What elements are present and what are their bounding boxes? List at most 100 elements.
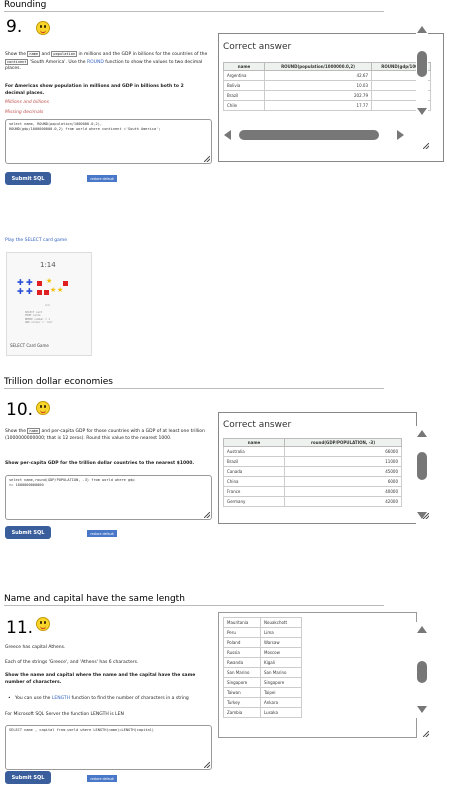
resize-handle-icon[interactable]	[204, 156, 210, 162]
section-divider	[4, 605, 384, 606]
submit-sql-button[interactable]: Submit SQL	[5, 771, 51, 784]
yellow-star-icon: ★	[46, 277, 53, 285]
result-table: name ROUND(population/1000000.0,2) ROUND…	[223, 62, 431, 111]
question-note: For Microsoft SQL Server the function LE…	[5, 712, 124, 717]
blue-cross-icon: ✚	[17, 278, 24, 287]
vertical-scroll-thumb[interactable]	[417, 452, 427, 480]
table-row: Brazil 202.79	[223, 90, 431, 101]
question-line: Each of the strings 'Greece', and 'Athen…	[5, 660, 139, 665]
resize-handle-icon[interactable]	[204, 762, 210, 768]
scroll-up-icon[interactable]	[417, 430, 427, 437]
restore-default-button[interactable]: restore default	[87, 175, 117, 182]
card-game-caption: SELECT Card Game	[10, 343, 49, 348]
vertical-scrollbar[interactable]	[416, 426, 428, 524]
result-table: Mauritania Nouakchott Peru Lima Poland Wars…	[223, 617, 302, 718]
table-cell: 10.03	[264, 80, 372, 91]
table-row: Australia 66000	[223, 446, 402, 457]
table-row: Turkey Ankara	[223, 697, 302, 708]
restore-default-button[interactable]: restore default	[87, 775, 117, 782]
result-panel: Mauritania Nouakchott Peru Lima Poland Wars…	[218, 612, 417, 738]
result-table: name round(GDP/POPULATION, -3) Australia…	[223, 438, 402, 507]
vertical-scroll-thumb[interactable]	[417, 661, 427, 683]
resize-handle-icon[interactable]	[204, 512, 210, 518]
scroll-up-icon[interactable]	[417, 26, 427, 33]
question-task: Show the name and capital where the name…	[5, 673, 196, 685]
red-square-icon	[37, 290, 42, 295]
scroll-down-icon[interactable]	[417, 108, 427, 115]
table-row: Brazil 11000	[223, 456, 402, 467]
column-header: round(GDP/POPULATION, -3)	[284, 438, 402, 447]
table-cell: Moscow	[260, 647, 302, 658]
sql-editor[interactable]: select name,round(GDP/POPULATION, -3) fr…	[5, 475, 212, 520]
sql-editor-text[interactable]: select name,round(GDP/POPULATION, -3) fr…	[6, 476, 211, 490]
blue-cross-icon: ✚	[26, 278, 33, 287]
table-cell: Germany	[223, 496, 285, 507]
round-function-link[interactable]: ROUND	[87, 60, 104, 65]
card-game-timer: 1:14	[40, 261, 56, 269]
table-cell: Lusaka	[260, 707, 302, 718]
table-cell: Taiwan	[223, 687, 261, 698]
resize-handle-icon[interactable]	[422, 730, 430, 738]
table-cell: 202.79	[264, 90, 372, 101]
vertical-scroll-thumb[interactable]	[417, 51, 427, 77]
sql-editor[interactable]: select name, ROUND(population/1000000.0,…	[5, 119, 212, 164]
scroll-down-icon[interactable]	[417, 706, 427, 713]
vertical-scrollbar[interactable]	[416, 22, 428, 118]
blue-cross-icon: ✚	[17, 287, 24, 296]
table-cell: Turkey	[223, 697, 261, 708]
table-row: Zambia Lusaka	[223, 707, 302, 718]
question-task: For Americas show population in millions…	[5, 84, 184, 96]
vertical-scrollbar[interactable]	[416, 622, 428, 718]
table-cell: Russia	[223, 647, 261, 658]
table-cell: Peru	[223, 627, 261, 638]
smiley-icon	[36, 617, 50, 631]
red-square-icon	[37, 281, 42, 286]
sql-editor-text[interactable]: SELECT name , capital from world where L…	[6, 726, 211, 735]
table-header-row: name round(GDP/POPULATION, -3)	[223, 438, 402, 447]
restore-default-button[interactable]: restore default	[87, 530, 117, 537]
table-cell: 45000	[284, 466, 402, 477]
resize-handle-icon[interactable]	[422, 512, 430, 520]
smiley-icon	[36, 401, 50, 415]
table-cell: 66000	[284, 446, 402, 457]
table-cell: Brazil	[223, 90, 265, 101]
table-row: Germany 42000	[223, 496, 402, 507]
table-cell: Kigali	[260, 657, 302, 668]
submit-sql-button[interactable]: Submit SQL	[5, 526, 51, 539]
table-cell: Canada	[223, 466, 285, 477]
sql-editor-text[interactable]: select name, ROUND(population/1000000.0,…	[6, 120, 211, 134]
card-game-score: 0/0	[45, 303, 50, 307]
length-function-link[interactable]: LENGTH	[52, 696, 70, 701]
question-line: Greece has capital Athens.	[5, 645, 66, 650]
table-row: China 6000	[223, 476, 402, 487]
column-header: name	[223, 62, 265, 71]
table-row: Rwanda Kigali	[223, 657, 302, 668]
table-cell: Brazil	[223, 456, 285, 467]
result-panel: Correct answer name ROUND(population/100…	[218, 33, 444, 162]
table-header-row: name ROUND(population/1000000.0,2) ROUND…	[223, 62, 431, 71]
table-cell: 42.67	[264, 70, 372, 81]
table-cell: France	[223, 486, 285, 497]
scroll-left-icon[interactable]	[224, 130, 231, 140]
result-title: Correct answer	[223, 42, 292, 52]
table-row: Mauritania Nouakchott	[223, 617, 302, 628]
card-game-link[interactable]: Play the SELECT card game	[5, 238, 67, 245]
table-cell: 17.77	[264, 100, 372, 111]
hint-millions-billions[interactable]: Millions and billions	[5, 100, 49, 107]
table-cell: 40000	[284, 486, 402, 497]
section-title-trillion: Trillion dollar economies	[4, 377, 113, 387]
resize-handle-icon[interactable]	[422, 142, 430, 150]
sql-editor[interactable]: SELECT name , capital from world where L…	[5, 725, 212, 770]
table-cell: Poland	[223, 637, 261, 648]
card-game-widget[interactable]: 1:14 ✚ ✚ ★ ✚ ✚ ★ ★ 0/0 SELECT card FROM …	[6, 252, 92, 356]
horizontal-scroll-thumb[interactable]	[239, 130, 379, 140]
question-number: 10.	[6, 400, 34, 420]
submit-sql-button[interactable]: Submit SQL	[5, 172, 51, 185]
scroll-up-icon[interactable]	[417, 626, 427, 633]
table-row: Bolivia 10.03	[223, 80, 431, 91]
table-cell: San Marino	[223, 667, 261, 678]
hint-missing-decimals[interactable]: Missing decimals	[5, 110, 43, 117]
scroll-right-icon[interactable]	[397, 130, 404, 140]
red-square-icon	[63, 281, 68, 286]
column-header: ROUND(population/1000000.0,2)	[264, 62, 372, 71]
